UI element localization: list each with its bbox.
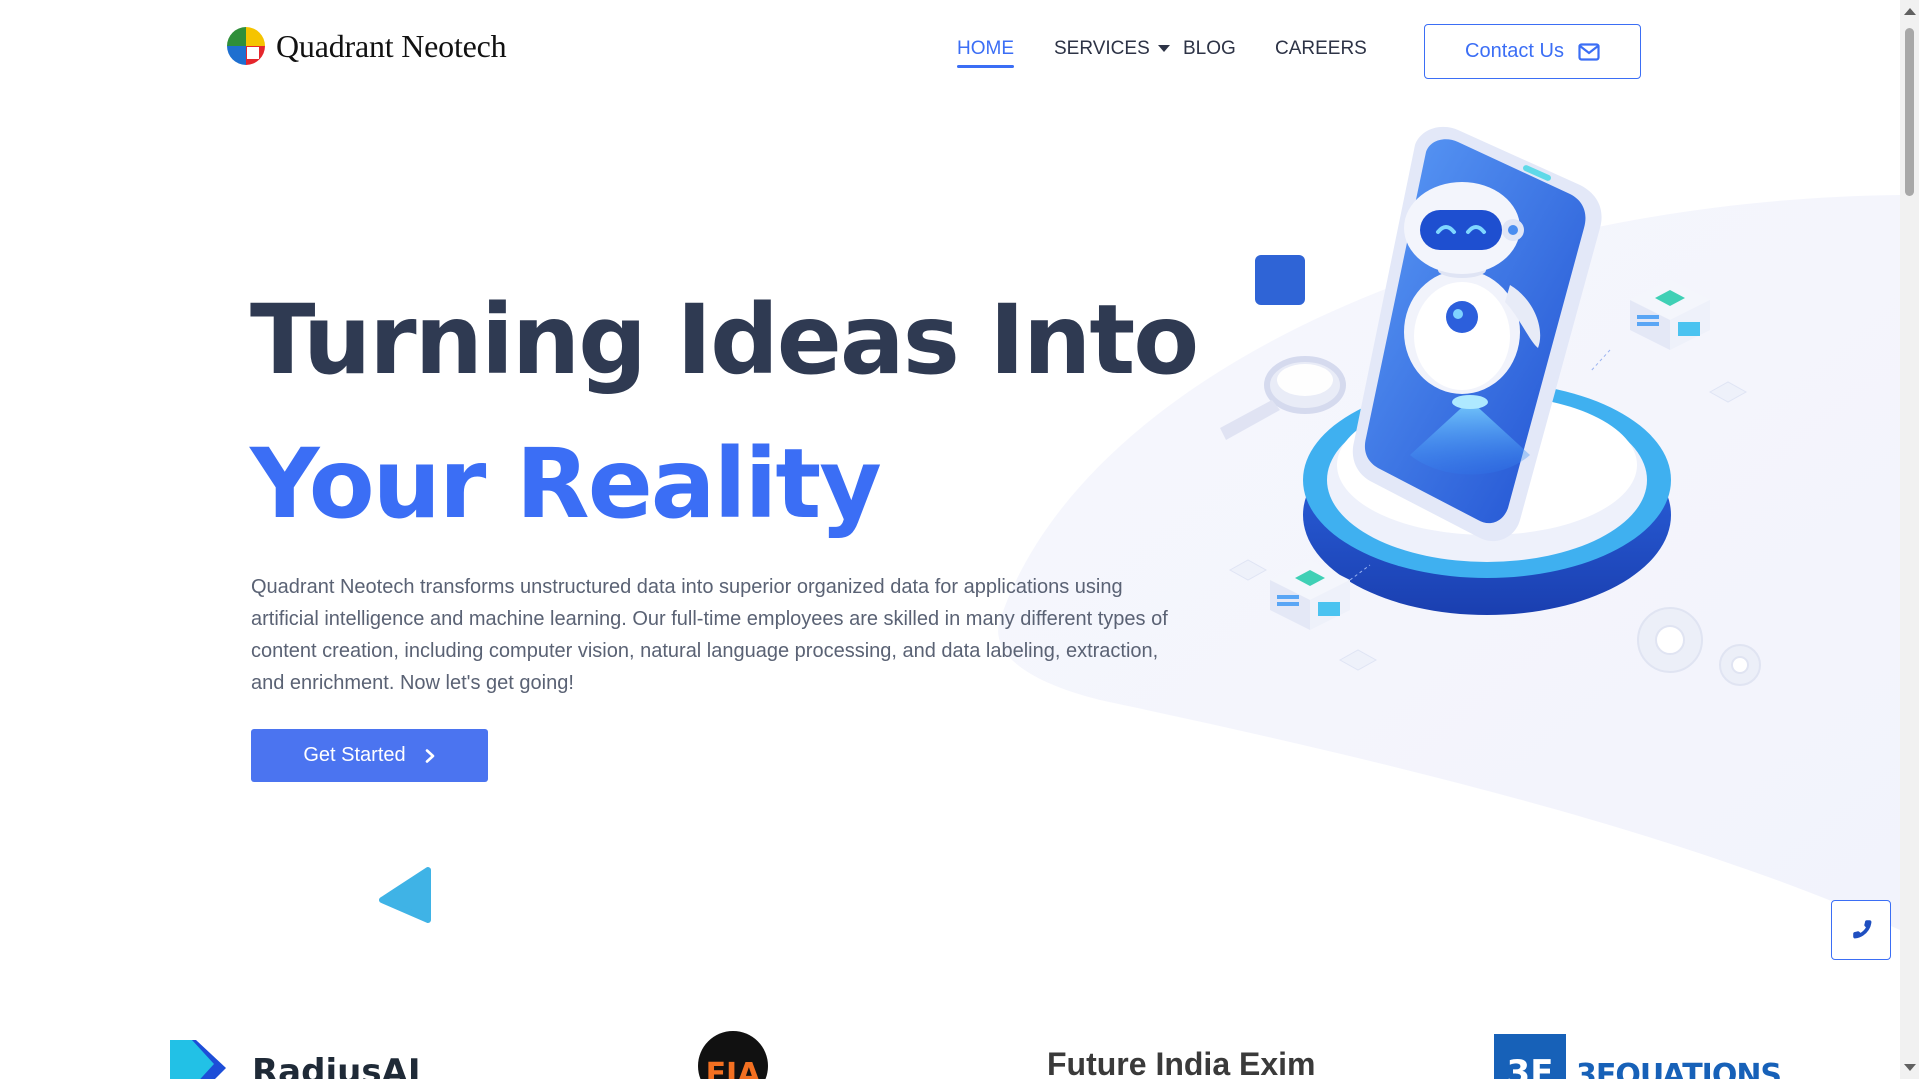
partner-name: RadiusAI bbox=[252, 1052, 421, 1079]
fia-logo-icon: FIA bbox=[698, 1031, 768, 1079]
svg-text:FIA: FIA bbox=[706, 1057, 762, 1079]
partner-3equations: 3E 3EQUATIONS bbox=[1494, 1030, 1782, 1079]
site-header: Quadrant Neotech HOME SERVICES BLOG CARE… bbox=[0, 0, 1900, 100]
3equations-logo-icon: 3E bbox=[1494, 1033, 1566, 1079]
partner-fia: FIA bbox=[698, 1030, 768, 1079]
ai-robot-illustration bbox=[1220, 126, 1761, 686]
call-button[interactable] bbox=[1831, 900, 1891, 960]
nav-services[interactable]: SERVICES bbox=[1054, 38, 1170, 60]
quadrant-logo-icon bbox=[227, 27, 265, 65]
envelope-icon bbox=[1578, 42, 1600, 61]
scroll-thumb[interactable] bbox=[1905, 28, 1914, 196]
nav-home[interactable]: HOME bbox=[957, 38, 1014, 68]
chevron-right-icon bbox=[425, 748, 434, 763]
hero-headline-line1: Turning Ideas Into bbox=[250, 284, 1199, 396]
hero-headline-line2: Your Reality bbox=[250, 428, 882, 540]
chevron-down-icon bbox=[1157, 45, 1170, 53]
triangle-decoration-icon bbox=[379, 867, 431, 923]
partner-radiusai: RadiusAI bbox=[166, 1028, 421, 1079]
nav-blog[interactable]: BLOG bbox=[1183, 38, 1236, 60]
partner-name: 3EQUATIONS bbox=[1576, 1058, 1782, 1079]
brand-logo[interactable]: Quadrant Neotech bbox=[226, 26, 507, 66]
phone-icon bbox=[1853, 920, 1872, 939]
scroll-up-arrow-icon[interactable] bbox=[1904, 8, 1916, 15]
scroll-down-arrow-icon[interactable] bbox=[1904, 1064, 1916, 1071]
hero-description: Quadrant Neotech transforms unstructured… bbox=[251, 576, 1168, 694]
svg-text:3E: 3E bbox=[1507, 1053, 1554, 1079]
contact-us-label: Contact Us bbox=[1465, 40, 1564, 62]
contact-us-button[interactable]: Contact Us bbox=[1424, 24, 1641, 79]
brand-name: Quadrant Neotech bbox=[276, 27, 507, 64]
radiusai-logo-icon bbox=[170, 1040, 226, 1079]
partner-future-india-exim: Future India Exim bbox=[1047, 1046, 1316, 1079]
partner-logos: RadiusAI FIA Future India Exim 3E 3EQUAT… bbox=[0, 1020, 1900, 1079]
nav-careers[interactable]: CAREERS bbox=[1275, 38, 1367, 60]
nav-services-label: SERVICES bbox=[1054, 38, 1150, 59]
page-scrollbar[interactable] bbox=[1900, 0, 1919, 1079]
get-started-button[interactable]: Get Started bbox=[251, 729, 488, 782]
get-started-label: Get Started bbox=[303, 744, 406, 766]
